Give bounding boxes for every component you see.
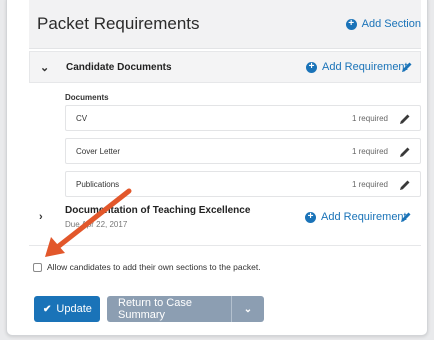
document-name: CV	[76, 114, 88, 123]
chevron-down-icon[interactable]: ⌄	[232, 304, 264, 315]
list-item: Cover Letter 1 required	[65, 138, 421, 164]
plus-circle-icon: +	[345, 18, 357, 30]
pencil-icon[interactable]	[400, 60, 414, 74]
allow-sections-label: Allow candidates to add their own sectio…	[47, 262, 261, 272]
return-label: Return to Case Summary	[118, 297, 192, 321]
list-item: CV 1 required	[65, 105, 421, 131]
documents-label: Documents	[65, 93, 109, 102]
add-requirement-link[interactable]: + Add Requirement	[305, 211, 407, 223]
document-name: Cover Letter	[76, 147, 121, 156]
allow-sections-option[interactable]: Allow candidates to add their own sectio…	[33, 262, 261, 272]
pencil-icon[interactable]	[399, 210, 413, 224]
page-title: Packet Requirements	[37, 14, 200, 33]
required-count: 1 required	[351, 147, 388, 156]
add-requirement-label: Add Requirement	[321, 211, 407, 223]
add-requirement-label: Add Requirement	[322, 61, 408, 73]
required-count: 1 required	[351, 180, 388, 189]
check-icon: ✔	[43, 303, 52, 315]
update-button[interactable]: ✔ Update	[34, 296, 100, 322]
add-section-link[interactable]: + Add Section	[345, 18, 421, 30]
plus-circle-icon: +	[306, 61, 317, 73]
section-candidate-documents: ⌄ Candidate Documents + Add Requirement	[29, 51, 421, 83]
allow-sections-checkbox[interactable]	[33, 262, 42, 272]
chevron-down-icon[interactable]: ⌄	[40, 61, 49, 74]
pencil-icon[interactable]	[398, 112, 412, 126]
return-to-case-summary-button[interactable]: Return to Case Summary ⌄	[107, 296, 264, 322]
annotation-arrow-icon	[45, 188, 132, 257]
pencil-icon[interactable]	[398, 145, 412, 159]
required-count: 1 required	[351, 114, 388, 123]
add-section-label: Add Section	[361, 18, 421, 30]
section-title: Candidate Documents	[66, 62, 172, 73]
packet-requirements-panel: Packet Requirements + Add Section ⌄ Cand…	[6, 0, 428, 336]
plus-circle-icon: +	[305, 211, 316, 223]
panel-header: Packet Requirements + Add Section	[29, 0, 421, 49]
update-label: Update	[56, 303, 92, 315]
pencil-icon[interactable]	[398, 178, 412, 192]
add-requirement-link[interactable]: + Add Requirement	[306, 61, 408, 73]
